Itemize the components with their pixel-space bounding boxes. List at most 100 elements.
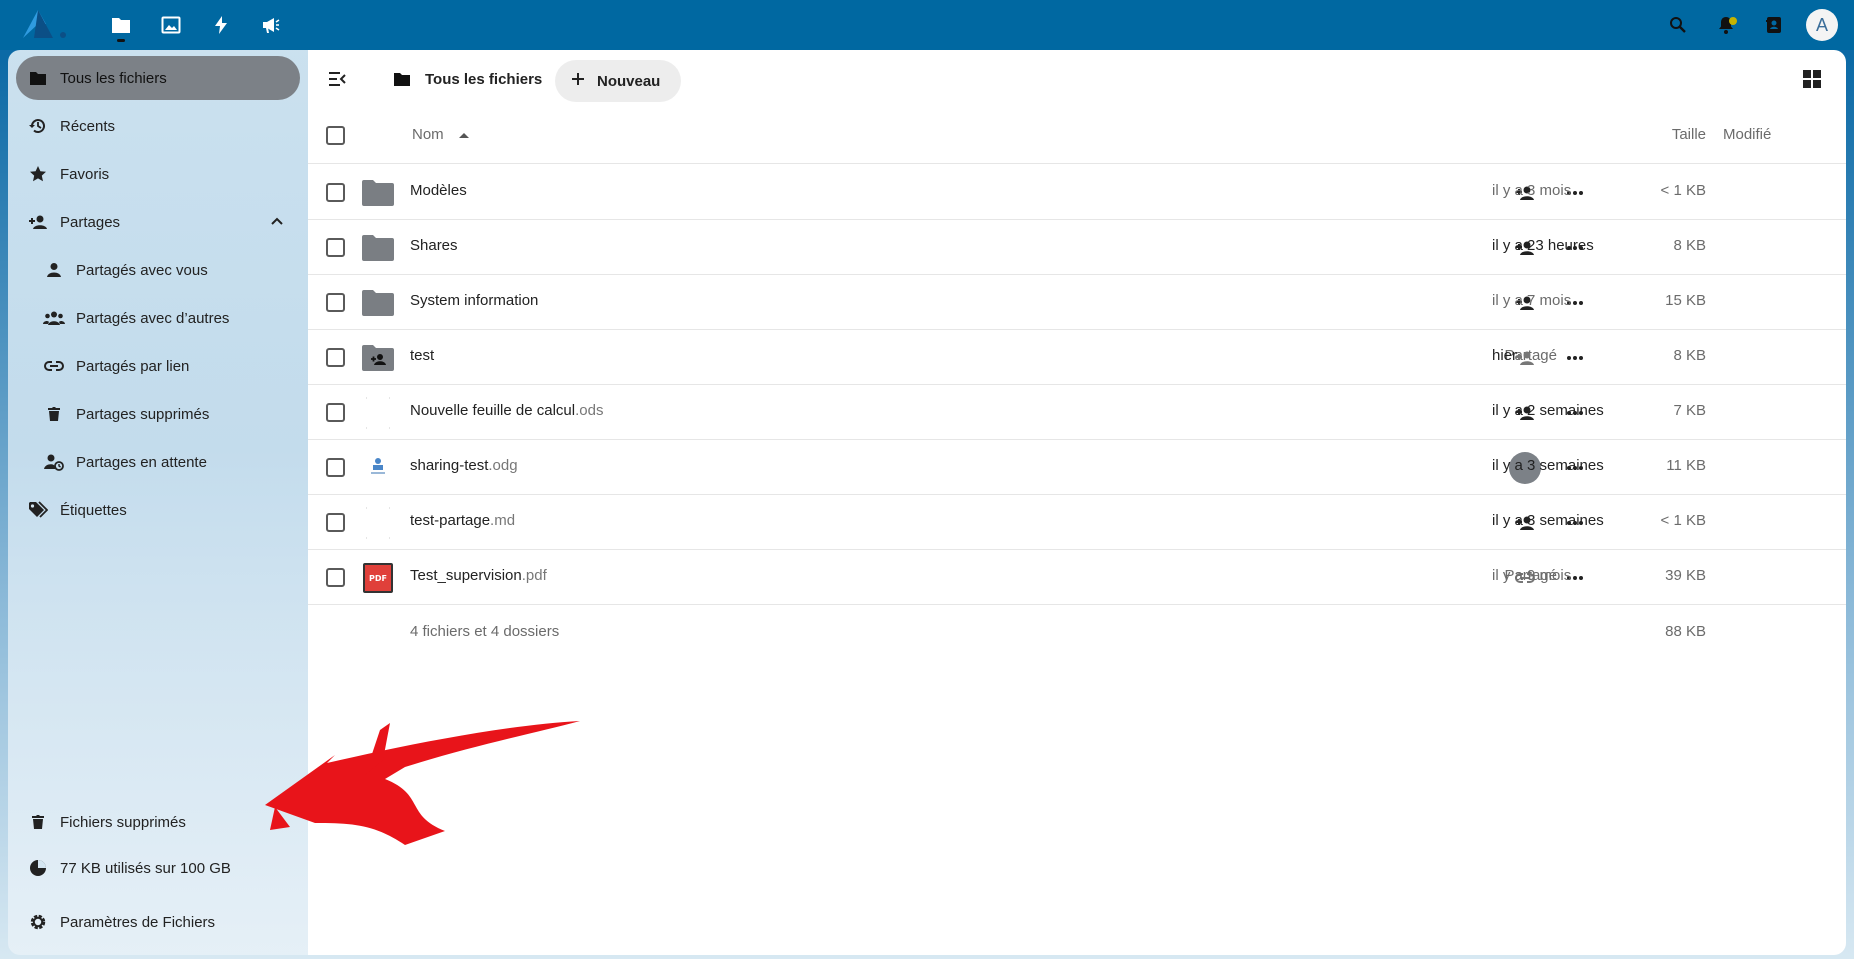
more-actions-button[interactable]	[1559, 342, 1591, 374]
breadcrumb[interactable]: Tous les fichiers	[393, 60, 542, 98]
folder-icon	[362, 177, 394, 209]
table-row[interactable]: Modèles < 1 KB il y a 3 mois	[308, 165, 1846, 220]
table-row[interactable]: Nouvelle feuille de calcul.ods 7 KB il y…	[308, 385, 1846, 440]
sidebar-item-recent[interactable]: Récents	[16, 104, 300, 148]
chevron-up-icon[interactable]	[270, 214, 284, 232]
row-checkbox[interactable]	[326, 238, 345, 257]
new-button[interactable]: Nouveau	[555, 60, 681, 102]
summary-count: 4 fichiers et 4 dossiers	[410, 623, 560, 640]
file-list-header: Nom Taille Modifié	[308, 108, 1846, 164]
table-row[interactable]: sharing-test.odg 11 KB il y a 3 semaines	[308, 440, 1846, 495]
size-column-label[interactable]: Taille	[1672, 126, 1706, 143]
file-modified: il y a 3 semaines	[1492, 512, 1604, 529]
sidebar-item-deleted-shares[interactable]: Partages supprimés	[16, 392, 300, 436]
sidebar-files-settings[interactable]: Paramètres de Fichiers	[16, 900, 300, 944]
sidebar-item-shares[interactable]: Partages	[16, 200, 300, 244]
search-button[interactable]	[1654, 0, 1702, 50]
file-name[interactable]: Modèles	[410, 182, 467, 199]
link-icon	[32, 360, 76, 372]
app-logo[interactable]	[20, 6, 72, 42]
table-row[interactable]: test-partage.md < 1 KB il y a 3 semaines	[308, 495, 1846, 550]
file-extension: .odg	[488, 457, 518, 474]
file-size: 8 KB	[1673, 237, 1706, 254]
file-modified: hier	[1492, 347, 1518, 364]
modified-column-label[interactable]: Modifié	[1723, 126, 1771, 143]
file-basename: System information	[410, 292, 539, 309]
top-bar: A	[0, 0, 1854, 50]
quota-label: 77 KB utilisés sur 100 GB	[60, 859, 231, 877]
file-basename: Test_supervision	[410, 567, 522, 584]
select-all-checkbox[interactable]	[326, 126, 345, 145]
file-basename: Modèles	[410, 182, 467, 199]
sidebar-item-label: Partagés avec vous	[76, 261, 208, 279]
row-checkbox[interactable]	[326, 293, 345, 312]
more-icon	[1567, 356, 1583, 360]
sidebar-item-pending-shares[interactable]: Partages en attente	[16, 440, 300, 484]
people-icon	[32, 310, 76, 326]
tags-icon	[16, 501, 60, 519]
lightning-icon	[215, 16, 227, 34]
sidebar-item-label: Partagés par lien	[76, 357, 190, 375]
sidebar-item-shared-by-link[interactable]: Partagés par lien	[16, 344, 300, 388]
spreadsheet-file-icon	[362, 397, 394, 429]
toggle-sidebar-button[interactable]	[324, 66, 350, 92]
file-name[interactable]: System information	[410, 292, 538, 309]
sidebar-item-label: Favoris	[60, 165, 110, 183]
new-button-label: Nouveau	[597, 72, 661, 90]
file-name[interactable]: Test_supervision.pdf	[410, 567, 547, 584]
gear-icon	[16, 913, 60, 931]
file-size: < 1 KB	[1660, 512, 1706, 529]
user-avatar[interactable]: A	[1806, 9, 1838, 41]
name-column-label: Nom	[412, 126, 444, 143]
sidebar-item-all-files[interactable]: Tous les fichiers	[16, 56, 300, 100]
app-navigation	[96, 0, 296, 50]
app-photos[interactable]	[146, 0, 196, 50]
svg-text:PDF: PDF	[369, 574, 387, 583]
row-checkbox[interactable]	[326, 513, 345, 532]
table-row[interactable]: test Partagé 8 KB hier	[308, 330, 1846, 385]
sort-by-name[interactable]: Nom	[412, 126, 470, 143]
notifications-button[interactable]	[1702, 0, 1750, 50]
image-icon	[161, 16, 181, 34]
row-checkbox[interactable]	[326, 348, 345, 367]
menu-collapse-icon	[329, 72, 346, 86]
table-row[interactable]: PDF Test_supervision.pdf Partagé 39 KB i…	[308, 550, 1846, 605]
file-basename: Nouvelle feuille de calcul	[410, 402, 576, 419]
row-checkbox[interactable]	[326, 568, 345, 587]
history-icon	[16, 117, 60, 135]
table-row[interactable]: System information 15 KB il y a 7 mois	[308, 275, 1846, 330]
file-modified: il y a 3 mois	[1492, 182, 1572, 199]
row-checkbox[interactable]	[326, 183, 345, 202]
grid-view-toggle[interactable]	[1800, 67, 1824, 91]
folder-icon	[112, 18, 130, 33]
file-size: 8 KB	[1673, 347, 1706, 364]
deleted-files-label: Fichiers supprimés	[60, 813, 186, 831]
sidebar-item-label: Partages supprimés	[76, 405, 210, 423]
file-name[interactable]: Nouvelle feuille de calcul.ods	[410, 402, 603, 419]
sidebar-item-tags[interactable]: Étiquettes	[16, 488, 300, 532]
file-modified: il y a 2 semaines	[1492, 402, 1604, 419]
sidebar-item-shared-with-you[interactable]: Partagés avec vous	[16, 248, 300, 292]
row-checkbox[interactable]	[326, 403, 345, 422]
app-files[interactable]	[96, 0, 146, 50]
contacts-button[interactable]	[1750, 0, 1798, 50]
file-name[interactable]: sharing-test.odg	[410, 457, 518, 474]
megaphone-icon	[263, 18, 280, 33]
app-announcements[interactable]	[246, 0, 296, 50]
plus-icon	[571, 72, 585, 90]
file-modified: il y a 3 semaines	[1492, 457, 1604, 474]
sidebar-item-label: Partages en attente	[76, 453, 207, 471]
file-name[interactable]: test	[410, 347, 434, 364]
file-name[interactable]: test-partage.md	[410, 512, 515, 529]
file-size: 11 KB	[1666, 457, 1706, 474]
sidebar-item-favorites[interactable]: Favoris	[16, 152, 300, 196]
table-row[interactable]: Shares 8 KB il y a 23 heures	[308, 220, 1846, 275]
file-name[interactable]: Shares	[410, 237, 458, 254]
sidebar-item-label: Partagés avec d’autres	[76, 309, 230, 327]
folder-icon	[362, 287, 394, 319]
app-activity[interactable]	[196, 0, 246, 50]
folder-icon	[394, 72, 410, 86]
row-checkbox[interactable]	[326, 458, 345, 477]
sidebar-item-shared-with-others[interactable]: Partagés avec d’autres	[16, 296, 300, 340]
file-size: 7 KB	[1673, 402, 1706, 419]
